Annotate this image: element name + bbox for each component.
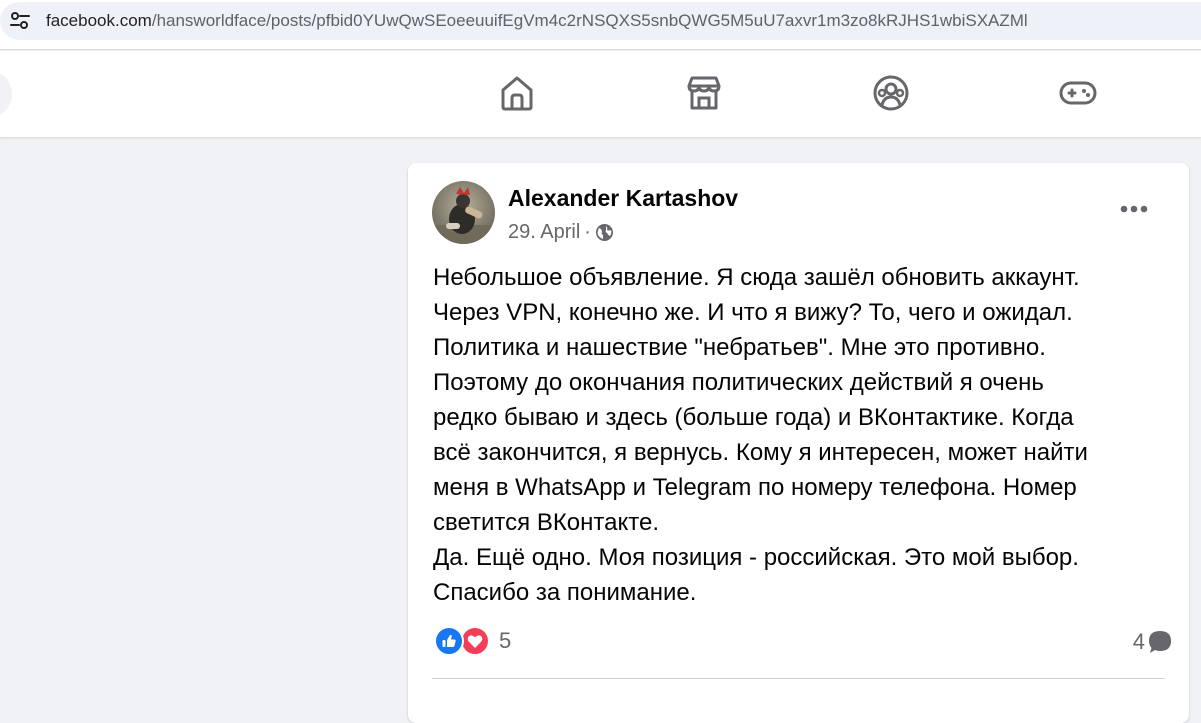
comment-count: 4 <box>1132 629 1145 654</box>
browser-address-bar: facebook.com/hansworldface/posts/pfbid0Y… <box>0 0 1201 50</box>
post-text-line: редко бываю и здесь (больше года) и ВКон… <box>433 404 1074 431</box>
post-card: Alexander Kartashov 29. April · Небольшо… <box>408 163 1189 723</box>
post-text-line: Через VPN, конечно же. И что я вижу? То,… <box>433 299 1073 326</box>
comment-summary[interactable]: 4 <box>1133 629 1173 655</box>
reactions-summary[interactable]: 5 <box>434 626 511 656</box>
avatar[interactable] <box>432 181 495 244</box>
post-text: Небольшое объявление. Я сюда зашёл обнов… <box>433 260 1173 610</box>
post-divider <box>432 678 1165 679</box>
post-text-line: всё закончится, я вернусь. Кому я интере… <box>433 439 1088 466</box>
home-icon[interactable] <box>497 73 537 113</box>
post-meta: 29. April · <box>508 221 614 244</box>
post-text-line: Да. Ещё одно. Моя позиция - российская. … <box>433 544 1079 571</box>
love-reaction-icon <box>460 626 490 656</box>
globe-icon <box>595 223 614 242</box>
more-options-icon[interactable] <box>1114 191 1154 227</box>
post-date[interactable]: 29. April <box>508 221 580 244</box>
comment-icon <box>1147 629 1173 655</box>
post-text-line: светится ВКонтакте. <box>433 509 659 536</box>
post-author-name[interactable]: Alexander Kartashov <box>508 185 738 212</box>
gaming-icon[interactable] <box>1058 73 1098 113</box>
url-path: /hansworldface/posts/pfbid0YUwQwSEoeeuui… <box>151 11 1028 30</box>
post-text-line: Политика и нашествие "небратьев". Мне эт… <box>433 334 1046 361</box>
like-reaction-icon <box>434 626 464 656</box>
url-text[interactable]: facebook.com/hansworldface/posts/pfbid0Y… <box>46 11 1028 31</box>
search-button-partial[interactable] <box>0 71 12 117</box>
url-field[interactable]: facebook.com/hansworldface/posts/pfbid0Y… <box>0 2 1201 40</box>
meta-separator: · <box>584 221 591 243</box>
facebook-top-nav <box>0 51 1201 137</box>
marketplace-icon[interactable] <box>684 73 724 113</box>
post-text-line: Поэтому до окончания политических действ… <box>433 369 1044 396</box>
tune-icon[interactable] <box>8 10 32 32</box>
post-text-line: Спасибо за понимание. <box>433 579 697 606</box>
post-text-line: меня в WhatsApp и Telegram по номеру тел… <box>433 474 1077 501</box>
post-text-line: Небольшое объявление. Я сюда зашёл обнов… <box>433 264 1080 291</box>
reaction-count: 5 <box>499 628 512 653</box>
groups-icon[interactable] <box>871 73 911 113</box>
url-host: facebook.com <box>46 11 152 30</box>
